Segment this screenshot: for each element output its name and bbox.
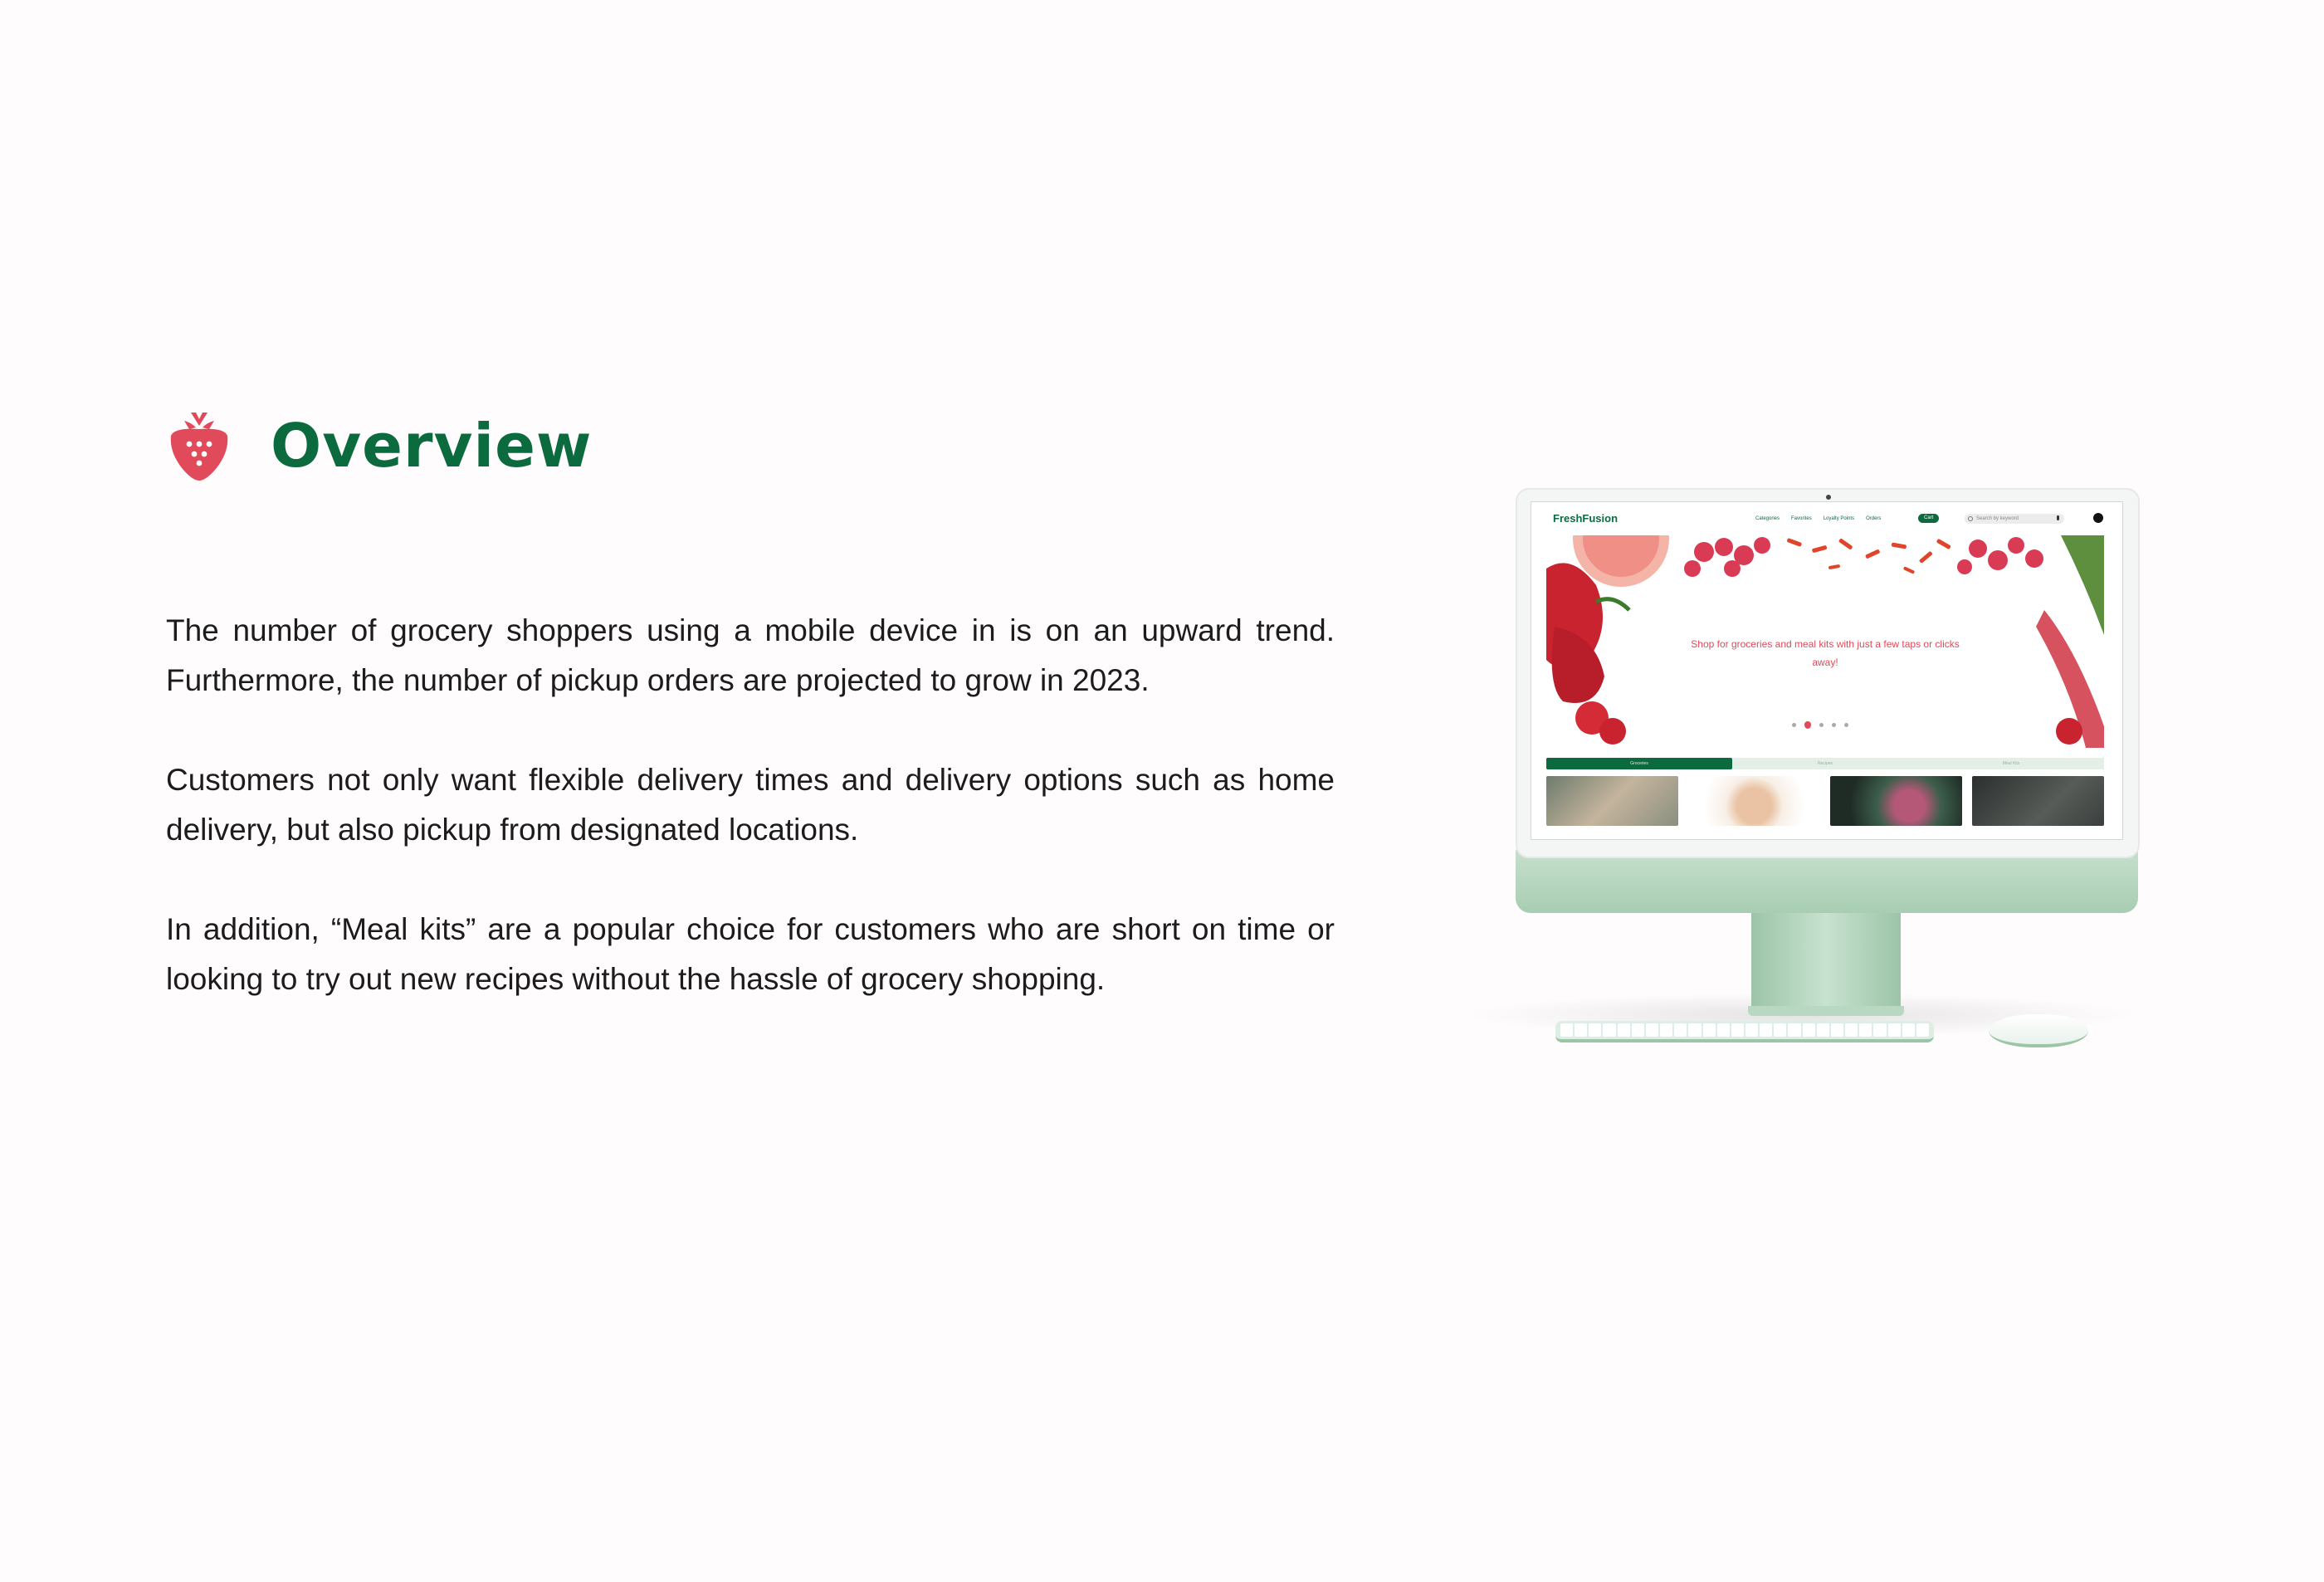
user-account-icon[interactable] — [2093, 513, 2103, 523]
product-thumbnails — [1546, 776, 2104, 826]
carousel-dot[interactable] — [1819, 723, 1824, 727]
website-screenshot: FreshFusion Categories Favorites Loyalty… — [1531, 501, 2123, 840]
carousel-dot[interactable] — [1792, 723, 1796, 727]
imac-mockup: FreshFusion Categories Favorites Loyalty… — [1461, 465, 2141, 1062]
microphone-icon[interactable] — [2057, 515, 2059, 520]
site-logo[interactable]: FreshFusion — [1553, 512, 1618, 525]
search-placeholder: Search by keyword — [1976, 516, 2019, 521]
category-tabs: Groceries Recipes Meal Kits — [1546, 758, 2104, 769]
imac-stand-foot — [1748, 1006, 1904, 1016]
product-thumbnail[interactable] — [1972, 776, 2104, 826]
section-heading: Overview — [166, 408, 592, 483]
search-input[interactable]: Search by keyword — [1965, 514, 2064, 524]
product-thumbnail[interactable] — [1688, 776, 1820, 826]
camera-icon — [1826, 495, 1831, 500]
carousel-dot[interactable] — [1832, 723, 1836, 727]
nav-link-favorites[interactable]: Favorites — [1791, 516, 1812, 521]
page-title: Overview — [271, 411, 593, 481]
site-navbar: FreshFusion Categories Favorites Loyalty… — [1531, 502, 2122, 535]
paragraph-delivery: Customers not only want flexible deliver… — [166, 763, 1335, 847]
search-icon — [1968, 516, 1973, 521]
imac-chin — [1516, 850, 2138, 913]
overview-copy: The number of grocery shoppers using a m… — [166, 606, 1335, 1054]
paragraph-market-trend: The number of grocery shoppers using a m… — [166, 613, 1335, 697]
nav-link-loyalty-points[interactable]: Loyalty Points — [1824, 516, 1854, 521]
mouse — [1989, 1014, 2088, 1047]
carousel-dot-active[interactable] — [1804, 721, 1811, 729]
product-thumbnail[interactable] — [1546, 776, 1678, 826]
cart-label: Cart — [1924, 515, 1934, 520]
carousel-indicators — [1792, 721, 1848, 729]
cart-button[interactable]: Cart — [1918, 514, 1940, 523]
carousel-dot[interactable] — [1844, 723, 1848, 727]
product-thumbnail[interactable] — [1830, 776, 1962, 826]
nav-link-orders[interactable]: Orders — [1866, 516, 1881, 521]
hero-tagline: Shop for groceries and meal kits with ju… — [1691, 638, 1960, 668]
nav-link-categories[interactable]: Categories — [1755, 516, 1780, 521]
strawberry-icon — [170, 413, 228, 481]
tab-meal-kits[interactable]: Meal Kits — [1918, 758, 2104, 769]
site-nav-links: Categories Favorites Loyalty Points Orde… — [1755, 516, 1881, 521]
hero-banner: Shop for groceries and meal kits with ju… — [1546, 535, 2104, 748]
imac-stand — [1751, 911, 1901, 1011]
paragraph-meal-kits: In addition, “Meal kits” are a popular c… — [166, 912, 1335, 996]
tab-groceries[interactable]: Groceries — [1546, 758, 1732, 769]
keyboard — [1555, 1021, 1934, 1042]
tab-recipes[interactable]: Recipes — [1732, 758, 1918, 769]
